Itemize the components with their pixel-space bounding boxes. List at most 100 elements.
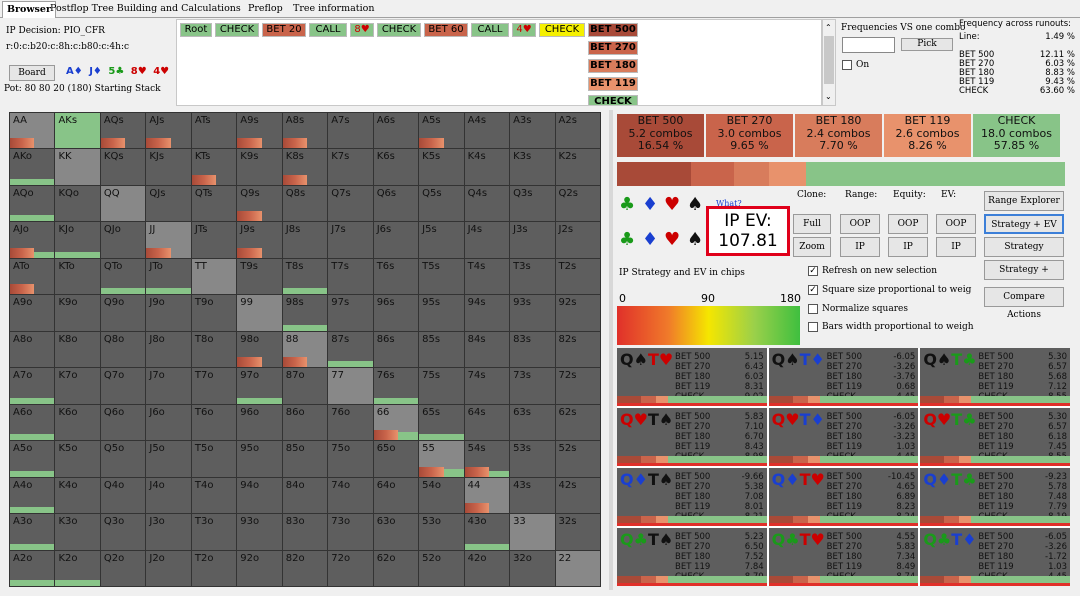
hand-cell[interactable]: JTo bbox=[146, 258, 191, 295]
hand-cell[interactable]: A2s bbox=[555, 113, 600, 149]
refresh-checkbox[interactable]: ✓ Refresh on new selection bbox=[808, 266, 937, 276]
hand-cell[interactable]: 75s bbox=[419, 368, 464, 404]
strategy-button[interactable]: Strategy bbox=[984, 237, 1064, 257]
hand-cell[interactable]: AKo bbox=[10, 149, 55, 185]
diamond-icon[interactable]: ♦ bbox=[642, 194, 658, 215]
hand-cell[interactable]: 64o bbox=[373, 477, 419, 514]
hand-cell[interactable]: 65s bbox=[419, 404, 464, 441]
hand-cell[interactable]: Q8s bbox=[282, 185, 328, 222]
hand-cell[interactable]: 92s bbox=[555, 295, 600, 331]
combo-cell[interactable]: Q♥T♦ BET 500 -6.05 BET 270 -3.26 BET 180 -3.23… bbox=[768, 408, 919, 466]
hand-cell[interactable]: ATo bbox=[10, 258, 55, 295]
heart-icon[interactable]: ♥ bbox=[664, 194, 680, 215]
hand-cell[interactable]: 97s bbox=[328, 295, 373, 331]
hand-cell[interactable]: 99 bbox=[237, 295, 282, 331]
club-icon[interactable]: ♣ bbox=[619, 194, 635, 215]
hand-cell[interactable]: K4o bbox=[55, 477, 100, 514]
hand-cell[interactable]: K8o bbox=[55, 331, 100, 368]
tree-node-selected[interactable]: CHECK bbox=[539, 23, 585, 37]
hand-cell[interactable]: 86o bbox=[282, 404, 328, 441]
hand-cell[interactable]: K7s bbox=[328, 149, 373, 185]
hand-cell[interactable]: T2o bbox=[191, 550, 237, 586]
hand-cell[interactable]: K4s bbox=[464, 149, 510, 185]
hand-cell[interactable]: T8s bbox=[282, 258, 328, 295]
tree-node[interactable]: BET 60 bbox=[424, 23, 468, 37]
hand-cell[interactable]: A2o bbox=[10, 550, 55, 586]
hand-cell[interactable]: T3o bbox=[191, 514, 237, 550]
hand-cell[interactable]: Q7o bbox=[100, 368, 146, 404]
range-ip-button[interactable]: IP bbox=[840, 237, 880, 257]
hand-cell[interactable]: A6s bbox=[373, 113, 419, 149]
hand-cell[interactable]: Q9s bbox=[237, 185, 282, 222]
hand-cell[interactable]: T6o bbox=[191, 404, 237, 441]
hand-cell[interactable]: KTo bbox=[55, 258, 100, 295]
hand-cell[interactable]: K2s bbox=[555, 149, 600, 185]
hand-cell[interactable]: J4o bbox=[146, 477, 191, 514]
hand-cell[interactable]: J6s bbox=[373, 222, 419, 258]
panel-divider[interactable] bbox=[609, 110, 613, 590]
hand-cell[interactable]: QJs bbox=[146, 185, 191, 222]
action-box[interactable]: BET 270 3.0 combos 9.65 % bbox=[706, 114, 793, 157]
hand-cell[interactable]: K9o bbox=[55, 295, 100, 331]
hand-cell[interactable]: A7o bbox=[10, 368, 55, 404]
hand-cell[interactable]: QTs bbox=[191, 185, 237, 222]
hand-cell[interactable]: 74o bbox=[328, 477, 373, 514]
hand-cell[interactable]: A5s bbox=[419, 113, 464, 149]
strategy-plus-button[interactable]: Strategy + bbox=[984, 260, 1064, 280]
hand-cell[interactable]: T7o bbox=[191, 368, 237, 404]
hand-cell[interactable]: J8s bbox=[282, 222, 328, 258]
hand-cell[interactable]: J8o bbox=[146, 331, 191, 368]
hand-cell[interactable]: T3s bbox=[510, 258, 555, 295]
tree-node[interactable]: CHECK bbox=[215, 23, 259, 37]
hand-cell[interactable]: J9o bbox=[146, 295, 191, 331]
hand-cell[interactable]: A6o bbox=[10, 404, 55, 441]
hand-cell[interactable]: A3o bbox=[10, 514, 55, 550]
square-size-checkbox[interactable]: ✓ Square size proportional to weig bbox=[808, 285, 971, 295]
hand-cell[interactable]: Q9o bbox=[100, 295, 146, 331]
spade-icon[interactable]: ♠ bbox=[687, 194, 703, 215]
hand-cell[interactable]: A8o bbox=[10, 331, 55, 368]
action-box[interactable]: BET 180 2.4 combos 7.70 % bbox=[795, 114, 882, 157]
action-box[interactable]: BET 500 5.2 combos 16.54 % bbox=[617, 114, 704, 157]
hand-cell[interactable]: 93o bbox=[237, 514, 282, 550]
range-explorer-button[interactable]: Range Explorer bbox=[984, 191, 1064, 211]
hand-cell[interactable]: 74s bbox=[464, 368, 510, 404]
hand-cell[interactable]: K7o bbox=[55, 368, 100, 404]
hand-cell[interactable]: Q7s bbox=[328, 185, 373, 222]
equity-ip-button[interactable]: IP bbox=[888, 237, 928, 257]
hand-cell[interactable]: A9o bbox=[10, 295, 55, 331]
action-box[interactable]: CHECK 18.0 combos 57.85 % bbox=[973, 114, 1060, 157]
tree-node[interactable]: CALL bbox=[309, 23, 347, 37]
tree-node-card[interactable]: 4♥ bbox=[512, 23, 536, 37]
hand-cell[interactable]: J5s bbox=[419, 222, 464, 258]
hand-cell[interactable]: J2o bbox=[146, 550, 191, 586]
combo-cell[interactable]: Q♣T♦ BET 500 -6.05 BET 270 -3.26 BET 180 -1.72… bbox=[920, 528, 1070, 586]
hand-cell[interactable]: Q4o bbox=[100, 477, 146, 514]
hand-cell[interactable]: J3o bbox=[146, 514, 191, 550]
hand-cell[interactable]: 84o bbox=[282, 477, 328, 514]
hand-cell[interactable]: 52o bbox=[419, 550, 464, 586]
checkbox-box[interactable] bbox=[808, 322, 818, 332]
zoom-button[interactable]: Zoom bbox=[793, 237, 831, 257]
hand-cell[interactable]: JTs bbox=[191, 222, 237, 258]
checkbox-box[interactable]: ✓ bbox=[808, 285, 818, 295]
hand-cell[interactable]: Q2o bbox=[100, 550, 146, 586]
combo-cell[interactable]: Q♥T♠ BET 500 5.83 BET 270 7.10 BET 180 6.70 BET… bbox=[617, 408, 767, 466]
hand-cell[interactable]: Q2s bbox=[555, 185, 600, 222]
tab-postflop[interactable]: Postflop Tree Building and Calculations bbox=[46, 1, 245, 18]
hand-cell[interactable]: J7o bbox=[146, 368, 191, 404]
hand-cell[interactable]: 83s bbox=[510, 331, 555, 368]
hand-cell[interactable]: T4s bbox=[464, 258, 510, 295]
hand-cell[interactable]: 95o bbox=[237, 441, 282, 477]
hand-cell[interactable]: 92o bbox=[237, 550, 282, 586]
hand-cell[interactable]: A4s bbox=[464, 113, 510, 149]
hand-cell[interactable]: K6o bbox=[55, 404, 100, 441]
hand-cell[interactable]: J6o bbox=[146, 404, 191, 441]
hand-cell[interactable]: Q6o bbox=[100, 404, 146, 441]
hand-cell[interactable]: 82s bbox=[555, 331, 600, 368]
equity-oop-button[interactable]: OOP bbox=[888, 214, 928, 234]
combo-cell[interactable]: Q♠T♦ BET 500 -6.05 BET 270 -3.26 BET 180 -3.76… bbox=[768, 348, 919, 406]
action-box[interactable]: BET 119 2.6 combos 8.26 % bbox=[884, 114, 971, 157]
hand-cell[interactable]: 72s bbox=[555, 368, 600, 404]
hand-cell[interactable]: K3o bbox=[55, 514, 100, 550]
